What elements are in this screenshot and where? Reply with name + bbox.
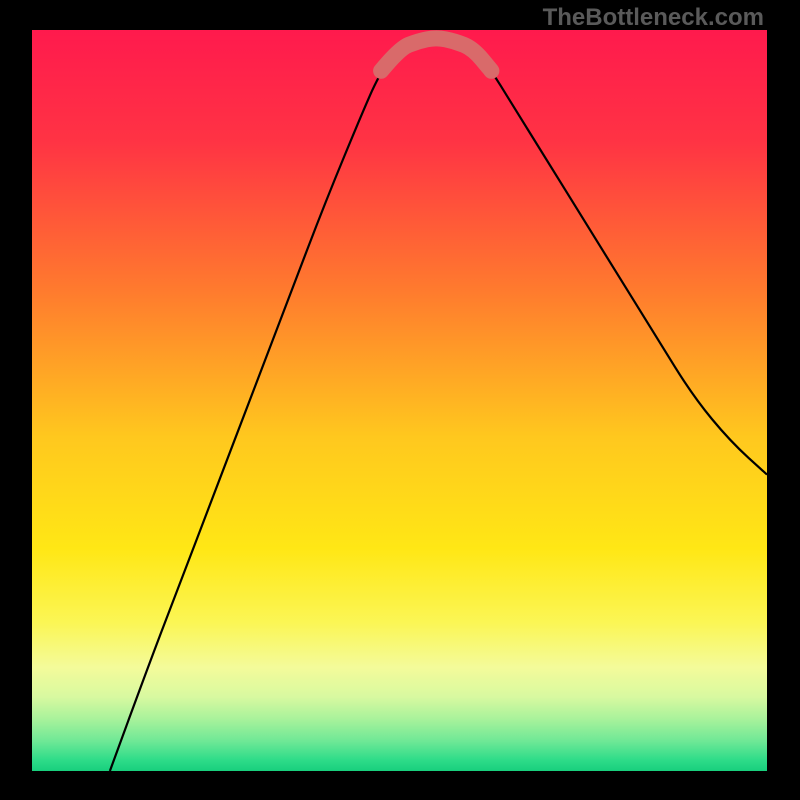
watermark-text: TheBottleneck.com <box>543 4 764 32</box>
gradient-background <box>32 30 767 771</box>
plot-area <box>32 30 767 771</box>
chart-frame: TheBottleneck.com <box>0 0 800 800</box>
